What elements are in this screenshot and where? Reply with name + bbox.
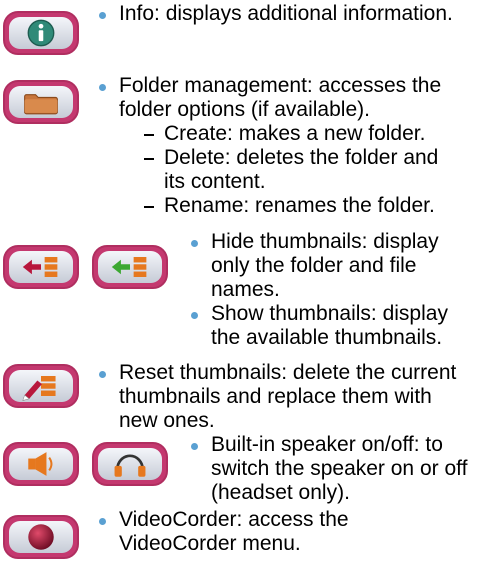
videocorder-icon [5, 517, 77, 557]
reset-thumbnails-text-line2: thumbnails and replace them with [119, 385, 432, 408]
reset-thumbnails-icon [5, 366, 77, 406]
hide-thumbnails-text-line3: names. [211, 278, 280, 301]
folder-icon [5, 82, 77, 122]
dash [144, 206, 154, 208]
rename-folder-text: Rename: renames the folder. [164, 194, 435, 217]
dash [144, 158, 154, 160]
videocorder-text-line1: VideoCorder: access the [119, 508, 349, 531]
bullet [99, 518, 106, 525]
hide-thumbnails-text-line1: Hide thumbnails: display [211, 230, 439, 253]
reset-thumbnails-text-line3: new ones. [119, 409, 215, 432]
speaker-text-line2: switch the speaker on or off [211, 457, 468, 480]
speaker-button[interactable] [3, 442, 79, 486]
show-thumbnails-text-line2: the available thumbnails. [211, 326, 443, 349]
show-thumbnails-text-line1: Show thumbnails: display [211, 302, 448, 325]
bullet [99, 371, 106, 378]
bullet [191, 443, 198, 450]
folder-management-text-line2: folder options (if available). [119, 98, 370, 121]
dash [144, 134, 154, 136]
show-thumbnails-icon [94, 247, 166, 287]
speaker-text-line3: (headset only). [211, 481, 350, 504]
reset-thumbnails-text-line1: Reset thumbnails: delete the current [119, 361, 457, 384]
info-icon [5, 13, 77, 53]
show-thumbnails-button[interactable] [92, 245, 168, 289]
headset-button[interactable] [92, 442, 168, 486]
headset-icon [94, 444, 166, 484]
videocorder-text-line2: VideoCorder menu. [119, 532, 301, 555]
bullet [99, 84, 106, 91]
speaker-icon [5, 444, 77, 484]
bullet [99, 12, 106, 19]
create-folder-text: Create: makes a new folder. [164, 122, 426, 145]
hide-thumbnails-icon [5, 247, 77, 287]
delete-folder-text-line2: its content. [164, 170, 266, 193]
folder-management-text-line1: Folder management: accesses the [119, 74, 442, 97]
bullet [191, 240, 198, 247]
info-text: Info: displays additional information. [119, 2, 453, 25]
bullet [191, 312, 198, 319]
speaker-text-line1: Built-in speaker on/off: to [211, 433, 443, 456]
info-button[interactable] [3, 11, 79, 55]
hide-thumbnails-text-line2: only the folder and file [211, 254, 417, 277]
folder-management-button[interactable] [3, 80, 79, 124]
videocorder-button[interactable] [3, 515, 79, 559]
delete-folder-text-line1: Delete: deletes the folder and [164, 146, 439, 169]
hide-thumbnails-button[interactable] [3, 245, 79, 289]
reset-thumbnails-button[interactable] [3, 364, 79, 408]
